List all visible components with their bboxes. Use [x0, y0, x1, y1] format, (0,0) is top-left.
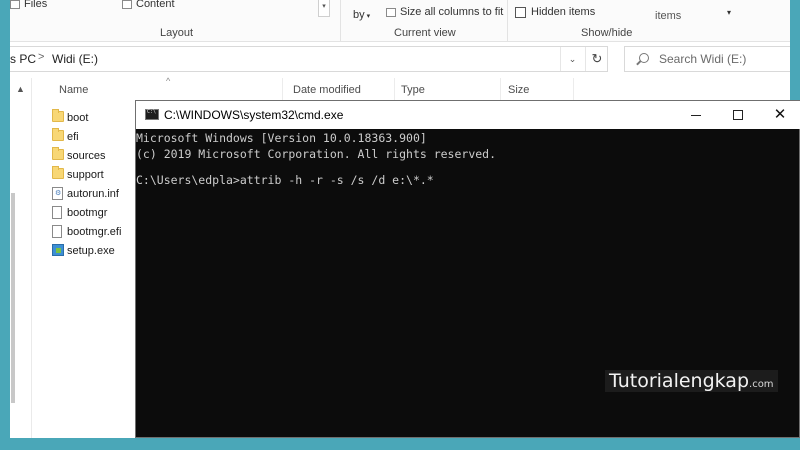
scroll-up-icon[interactable]: ▲ [16, 84, 25, 94]
sort-by-label: by [353, 9, 365, 21]
address-history-dropdown-icon[interactable]: ⌄ [560, 47, 584, 71]
folder-icon [52, 128, 64, 141]
content-view-icon [122, 0, 132, 9]
folder-icon [52, 147, 64, 160]
content-view-option[interactable]: Content [122, 0, 175, 10]
console-command-line[interactable]: C:\Users\edpla>attrib -h -r -s /s /d e:\… [136, 173, 434, 187]
file-name: sources [67, 150, 106, 162]
navigation-scrollbar[interactable] [11, 193, 15, 403]
files-view-option[interactable]: Files [10, 0, 47, 10]
navigation-pane: ▲ [10, 78, 32, 438]
chevron-down-icon: ▾ [364, 13, 371, 20]
column-header-type[interactable]: Type [401, 84, 425, 96]
minimize-icon [691, 115, 701, 116]
file-name: boot [67, 112, 89, 124]
search-input[interactable] [659, 49, 784, 69]
chevron-down-icon[interactable]: ▾ [727, 8, 731, 17]
file-icon [52, 206, 62, 219]
setup-exe-icon [52, 244, 64, 256]
layout-scroll-icon[interactable]: ▾ [318, 0, 330, 17]
show-hide-group-label: Show/hide [581, 27, 633, 39]
address-bar[interactable]: s PC > Widi (E:) ⌄ ↻ [10, 46, 608, 72]
search-box[interactable] [624, 46, 790, 72]
sort-by-button[interactable]: by ▾ [353, 9, 370, 21]
minimize-button[interactable] [676, 101, 716, 129]
file-name: autorun.inf [67, 188, 119, 200]
settings-file-icon [52, 187, 63, 200]
folder-icon [52, 109, 64, 122]
content-view-label: Content [136, 0, 175, 10]
hidden-items-label: Hidden items [531, 6, 596, 18]
address-row: s PC > Widi (E:) ⌄ ↻ [10, 42, 790, 78]
ribbon: Files Content ▾ by ▾ Size all columns to… [10, 0, 790, 42]
breadcrumb-separator-icon[interactable]: > [38, 51, 44, 63]
current-view-group-label: Current view [394, 27, 456, 39]
console-line: (c) 2019 Microsoft Corporation. All righ… [136, 147, 497, 161]
console-line: Microsoft Windows [Version 10.0.18363.90… [136, 131, 427, 145]
maximize-icon [733, 110, 743, 120]
file-name: bootmgr [67, 207, 108, 219]
cmd-titlebar[interactable]: C:\WINDOWS\system32\cmd.exe ✕ [136, 101, 800, 129]
size-columns-icon [386, 7, 396, 17]
column-header-size[interactable]: Size [508, 84, 529, 96]
ribbon-divider [340, 0, 341, 42]
hidden-items-checkbox[interactable]: Hidden items [515, 6, 595, 18]
file-name: efi [67, 131, 79, 143]
command-prompt-icon[interactable] [145, 109, 159, 120]
refresh-button[interactable]: ↻ [585, 47, 608, 71]
close-button[interactable]: ✕ [760, 101, 800, 129]
column-header-name[interactable]: Name [59, 84, 88, 96]
size-columns-label: Size all columns to fit [400, 6, 504, 18]
file-name: support [67, 169, 104, 181]
maximize-button[interactable] [718, 101, 758, 129]
sort-ascending-icon: ^ [166, 76, 171, 86]
breadcrumb-this-pc[interactable]: s PC [10, 52, 36, 66]
watermark-suffix: .com [749, 379, 774, 390]
folder-icon [52, 166, 64, 179]
file-name: bootmgr.efi [67, 226, 122, 238]
watermark: Tutorialengkap.com [605, 370, 778, 392]
list-icon [10, 0, 20, 9]
cmd-window-title: C:\WINDOWS\system32\cmd.exe [164, 108, 344, 122]
layout-group-label: Layout [160, 27, 194, 39]
file-name: setup.exe [67, 245, 115, 257]
search-icon [639, 53, 649, 63]
hide-selected-items-label[interactable]: items [655, 10, 681, 22]
column-header-date-modified[interactable]: Date modified [293, 84, 361, 96]
watermark-text: Tutorialengkap [609, 370, 750, 392]
checkbox-icon [515, 6, 526, 18]
file-icon [52, 225, 62, 238]
ribbon-divider [507, 0, 508, 42]
files-view-label: Files [24, 0, 48, 10]
breadcrumb-drive[interactable]: Widi (E:) [52, 52, 98, 66]
size-columns-button[interactable]: Size all columns to fit [386, 6, 503, 18]
